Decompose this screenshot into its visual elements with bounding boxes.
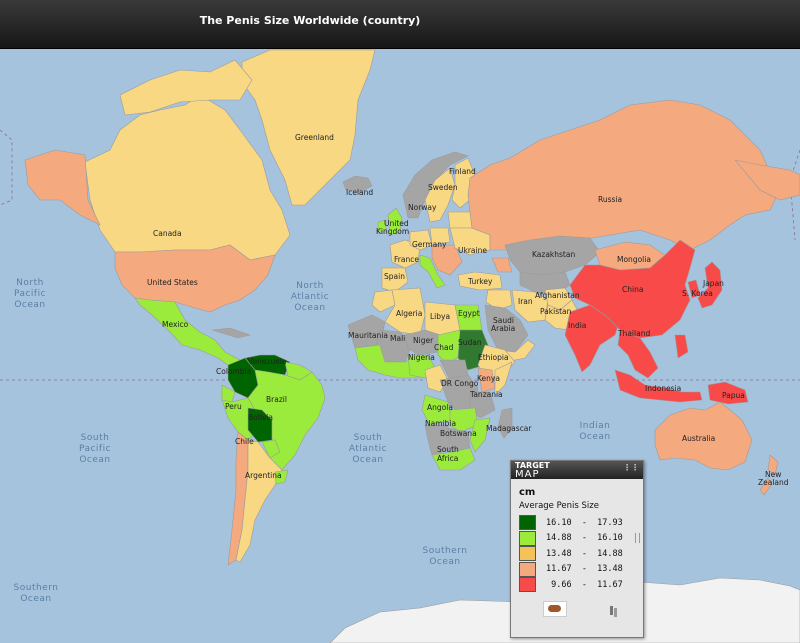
label-sudan: Sudan bbox=[458, 338, 482, 347]
label-mexico: Mexico bbox=[162, 320, 189, 329]
label-ethiopia: Ethiopia bbox=[478, 353, 509, 362]
label-spain: Spain bbox=[384, 272, 405, 281]
label-sweden: Sweden bbox=[428, 183, 458, 192]
legend-panel[interactable]: TARGET MAP ⋮⋮ cm Average Penis Size 16.1… bbox=[510, 460, 644, 638]
label-kenya: Kenya bbox=[477, 374, 500, 383]
label-dr-congo: DR Congo bbox=[441, 379, 479, 388]
ocean-label-north-pacific: North Pacific Ocean bbox=[14, 278, 46, 310]
label-ukraine: Ukraine bbox=[458, 246, 487, 255]
legend-range: 16.10 - 17.93 bbox=[546, 517, 623, 528]
legend-unit: cm bbox=[519, 487, 536, 498]
legend-item[interactable]: 16.10 - 17.93 bbox=[519, 515, 643, 531]
country-belarus[interactable] bbox=[447, 211, 473, 229]
country-morocco[interactable] bbox=[371, 289, 396, 313]
label-bolivia: Bolivia bbox=[248, 413, 273, 422]
label-mauritania: Mauritania bbox=[348, 331, 388, 340]
label-nigeria: Nigeria bbox=[408, 353, 435, 362]
label-south-korea: S. Korea bbox=[682, 289, 713, 298]
label-tanzania: Tanzania bbox=[469, 390, 503, 399]
coin-icon[interactable] bbox=[543, 600, 567, 617]
legend-item[interactable]: 13.48 - 14.88 bbox=[519, 546, 643, 562]
world-map[interactable]: North Pacific Ocean North Atlantic Ocean Sou… bbox=[0, 48, 800, 643]
legend-range: 9.66 - 11.67 bbox=[546, 579, 623, 590]
map-title: The Penis Size Worldwide (country) bbox=[199, 14, 421, 27]
label-niger: Niger bbox=[413, 336, 434, 345]
label-united-states: United States bbox=[147, 278, 198, 287]
label-france: France bbox=[394, 255, 419, 264]
label-colombia: Colombia bbox=[216, 367, 251, 376]
label-mali: Mali bbox=[390, 334, 405, 343]
label-norway: Norway bbox=[408, 203, 437, 212]
label-russia: Russia bbox=[598, 195, 622, 204]
legend-rows: 16.10 - 17.93 14.88 - 16.10 13.48 - 14.88 1… bbox=[511, 515, 643, 593]
country-madagascar[interactable] bbox=[497, 407, 513, 439]
label-australia: Australia bbox=[682, 434, 715, 443]
label-turkey: Turkey bbox=[467, 277, 493, 286]
label-finland: Finland bbox=[449, 167, 476, 176]
legend-swatch bbox=[519, 530, 536, 546]
legend-item[interactable]: 11.67 - 13.48 bbox=[519, 561, 643, 578]
country-russia[interactable] bbox=[467, 99, 781, 251]
label-namibia: Namibia bbox=[425, 419, 456, 428]
label-argentina: Argentina bbox=[245, 471, 282, 480]
label-botswana: Botswana bbox=[440, 429, 477, 438]
label-iran: Iran bbox=[518, 297, 533, 306]
legend-item[interactable]: 14.88 - 16.10 bbox=[519, 530, 643, 547]
legend-swatch bbox=[519, 577, 536, 593]
ocean-label-southern-left: Southern Ocean bbox=[14, 583, 59, 604]
label-angola: Angola bbox=[427, 403, 453, 412]
country-cuba[interactable] bbox=[211, 327, 252, 339]
label-pakistan: Pakistan bbox=[540, 307, 572, 316]
country-philippines[interactable] bbox=[674, 334, 689, 359]
ocean-label-indian: Indian Ocean bbox=[579, 421, 610, 442]
label-greenland: Greenland bbox=[295, 133, 334, 142]
label-kazakhstan: Kazakhstan bbox=[532, 250, 575, 259]
legend-range: 13.48 - 14.88 bbox=[546, 548, 623, 559]
label-canada: Canada bbox=[153, 229, 182, 238]
legend-swatch bbox=[519, 561, 536, 577]
label-brazil: Brazil bbox=[266, 395, 287, 404]
legend-swatch bbox=[519, 515, 536, 531]
label-algeria: Algeria bbox=[396, 309, 422, 318]
legend-range: 14.88 - 16.10 bbox=[546, 533, 623, 544]
legend-item[interactable]: 9.66 - 11.67 bbox=[519, 577, 643, 593]
ocean-label-southern-mid: Southern Ocean bbox=[423, 546, 468, 567]
ocean-label-north-atlantic: North Atlantic Ocean bbox=[291, 281, 329, 313]
label-chile: Chile bbox=[235, 437, 254, 446]
grip-icon[interactable]: ⋮⋮ bbox=[623, 463, 639, 472]
ocean-label-south-pacific: South Pacific Ocean bbox=[79, 433, 111, 465]
label-iceland: Iceland bbox=[346, 188, 373, 197]
label-germany: Germany bbox=[412, 240, 447, 249]
label-thailand: Thailand bbox=[617, 329, 650, 338]
legend-title: Average Penis Size bbox=[519, 501, 599, 511]
label-egypt: Egypt bbox=[458, 309, 480, 318]
ocean-label-south-atlantic: South Atlantic Ocean bbox=[349, 433, 387, 465]
label-chad: Chad bbox=[434, 343, 454, 352]
label-venezuela: Venezuela bbox=[248, 357, 287, 366]
country-canada[interactable] bbox=[84, 94, 291, 261]
legend-range: 11.67 - 13.48 bbox=[546, 564, 623, 575]
label-uk-2: Kingdom bbox=[376, 227, 409, 236]
label-south-africa-1: South bbox=[437, 445, 459, 454]
legend-scroll-handle[interactable] bbox=[635, 533, 640, 543]
label-india: India bbox=[568, 321, 586, 330]
bar-chart-icon[interactable] bbox=[609, 603, 621, 615]
label-madagascar: Madagascar bbox=[486, 424, 532, 433]
label-south-africa-2: Africa bbox=[437, 454, 458, 463]
label-papua: Papua bbox=[722, 391, 745, 400]
label-new-zealand-2: Zealand bbox=[758, 478, 789, 487]
label-mongolia: Mongolia bbox=[617, 255, 651, 264]
label-china: China bbox=[622, 285, 643, 294]
dateline-left bbox=[0, 129, 13, 206]
label-indonesia: Indonesia bbox=[645, 384, 681, 393]
label-peru: Peru bbox=[225, 402, 242, 411]
title-bar: The Penis Size Worldwide (country) bbox=[0, 0, 800, 49]
label-libya: Libya bbox=[430, 312, 450, 321]
label-saudi-2: Arabia bbox=[491, 324, 515, 333]
legend-header[interactable]: TARGET MAP ⋮⋮ bbox=[511, 461, 643, 480]
country-caucasus[interactable] bbox=[491, 257, 513, 273]
label-japan: Japan bbox=[702, 279, 724, 288]
label-afghanistan: Afghanistan bbox=[535, 291, 580, 300]
legend-swatch bbox=[519, 546, 536, 562]
